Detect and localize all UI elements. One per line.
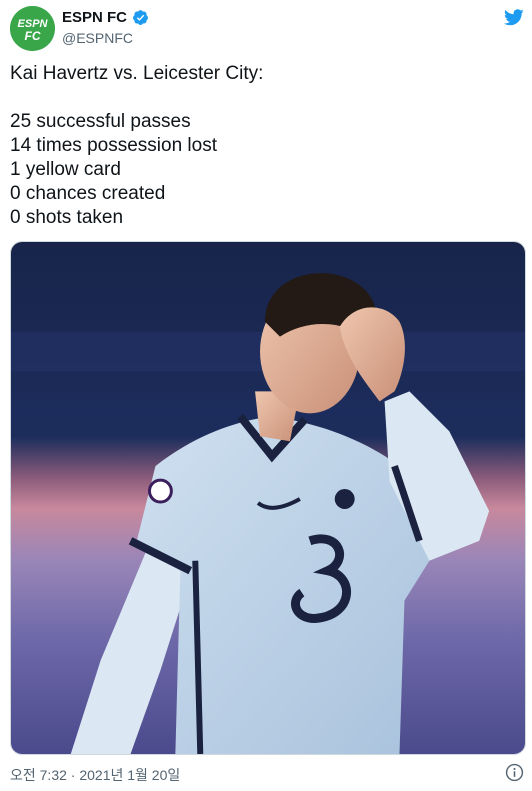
player-photo-illustration [11, 242, 525, 754]
tweet-line-yellow-card: 1 yellow card [10, 159, 121, 180]
twitter-bird-icon[interactable] [504, 9, 524, 26]
tweet-line-shots: 0 shots taken [10, 207, 124, 228]
info-icon[interactable] [505, 763, 524, 782]
account-handle[interactable]: @ESPNFC [62, 30, 133, 46]
tweet-line-passes: 25 successful passes [10, 111, 191, 132]
verified-badge-icon [133, 10, 148, 25]
tweet-header: ESPN FC ESPN FC @ESPNFC [0, 0, 532, 60]
logo-text-fc: FC [25, 29, 41, 43]
tweet-line-possession: 14 times possession lost [10, 135, 217, 156]
tweet-timestamp[interactable]: 오전 7:32 · 2021년 1월 20일 [10, 765, 180, 785]
tweet-line-chances: 0 chances created [10, 183, 166, 204]
account-display-name[interactable]: ESPN FC [62, 9, 127, 26]
name-row: ESPN FC [62, 9, 149, 26]
tweet-text: Kai Havertz vs. Leicester City: 25 succe… [10, 62, 522, 230]
tweet-line-headline: Kai Havertz vs. Leicester City: [10, 63, 264, 84]
tweet-photo[interactable] [10, 241, 526, 755]
espn-fc-logo: ESPN FC [10, 6, 55, 51]
account-avatar[interactable]: ESPN FC [10, 6, 55, 51]
